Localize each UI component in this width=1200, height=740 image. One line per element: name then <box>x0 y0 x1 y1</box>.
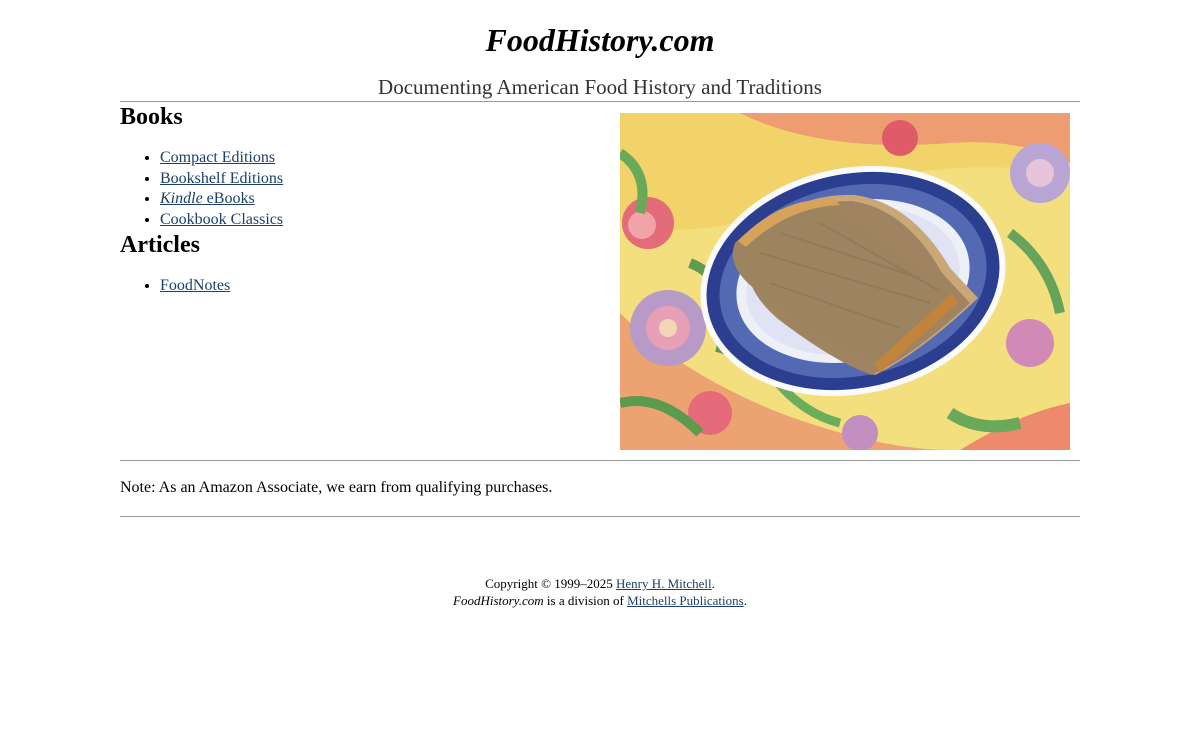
list-item: Bookshelf Editions <box>160 169 600 190</box>
books-list: Compact Editions Bookshelf Editions Kind… <box>120 148 600 230</box>
compact-editions-link[interactable]: Compact Editions <box>160 149 275 166</box>
books-heading: Books <box>120 104 183 130</box>
articles-heading: Articles <box>120 232 200 258</box>
cookbook-classics-link[interactable]: Cookbook Classics <box>160 211 283 228</box>
kindle-label: Kindle <box>160 190 203 207</box>
page: FoodHistory.com Documenting American Foo… <box>120 0 1080 609</box>
publisher-link[interactable]: Mitchells Publications <box>627 593 744 608</box>
author-link[interactable]: Henry H. Mitchell <box>616 576 712 591</box>
division-period: . <box>743 593 747 608</box>
division-text: is a division of <box>543 593 628 608</box>
copyright-text: Copyright © 1999–2025 <box>485 576 616 591</box>
main-content: Books Compact Editions Bookshelf Edition… <box>120 102 1080 460</box>
footer: Copyright © 1999–2025 Henry H. Mitchell.… <box>120 575 1080 609</box>
site-tagline: Documenting American Food History and Tr… <box>378 75 822 99</box>
bookshelf-editions-link[interactable]: Bookshelf Editions <box>160 170 283 187</box>
amazon-associate-note: Note: As an Amazon Associate, we earn fr… <box>120 479 553 496</box>
foodnotes-link[interactable]: FoodNotes <box>160 277 230 294</box>
list-item: Cookbook Classics <box>160 210 600 231</box>
articles-list: FoodNotes <box>120 276 600 297</box>
list-item: Compact Editions <box>160 148 600 169</box>
bread-photo <box>620 113 1070 450</box>
list-item: Kindle eBooks <box>160 189 600 210</box>
ebooks-label: eBooks <box>202 190 255 207</box>
division-line: FoodHistory.com is a division of Mitchel… <box>120 592 1080 609</box>
kindle-ebooks-link[interactable]: Kindle eBooks <box>160 190 255 207</box>
copyright-line: Copyright © 1999–2025 Henry H. Mitchell. <box>120 575 1080 592</box>
nav-column: Books Compact Editions Bookshelf Edition… <box>120 102 600 297</box>
list-item: FoodNotes <box>160 276 600 297</box>
divider-bottom <box>120 516 1080 517</box>
site-name-italic: FoodHistory.com <box>453 593 544 608</box>
site-title: FoodHistory.com <box>485 22 715 58</box>
copyright-period: . <box>711 576 715 591</box>
